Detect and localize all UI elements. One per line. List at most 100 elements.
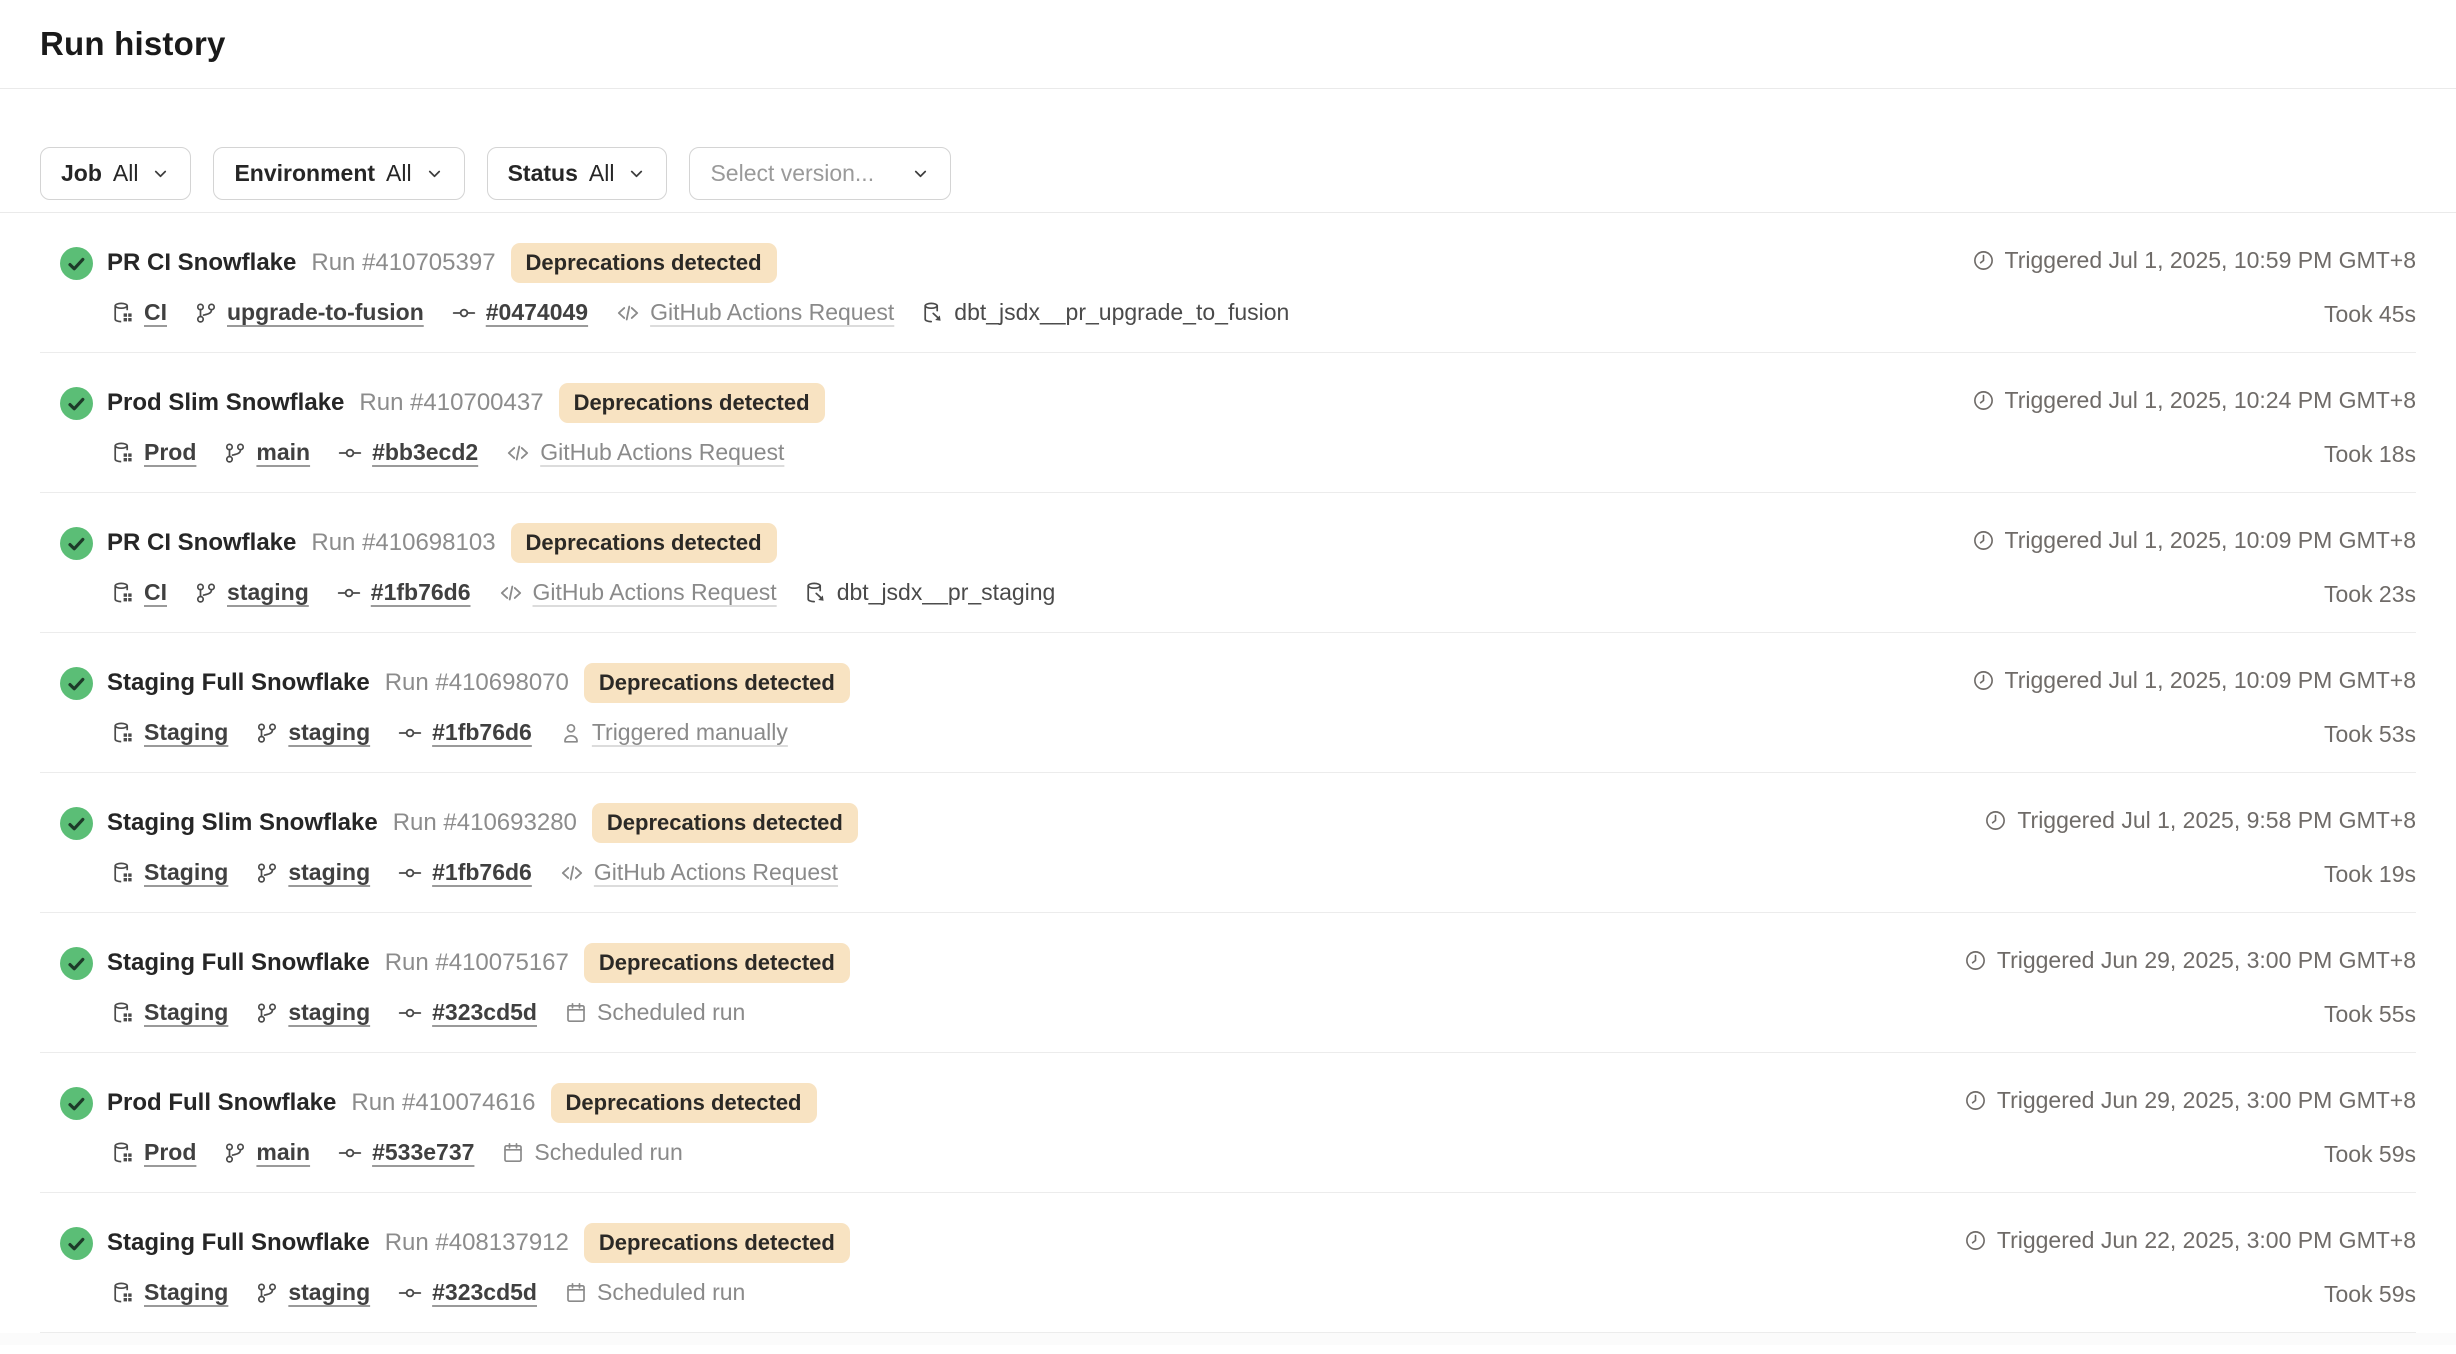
filter-bar: Job All Environment All Status All Selec… <box>0 89 2456 212</box>
run-name-link[interactable]: PR CI Snowflake <box>107 529 296 557</box>
trigger-label: Scheduled run <box>597 1279 745 1306</box>
clock-icon <box>1964 949 1987 972</box>
run-row[interactable]: Prod Slim Snowflake Run #410700437 Depre… <box>0 353 2456 493</box>
version-select[interactable]: Select version... <box>689 147 951 200</box>
run-row-main: Staging Slim Snowflake Run #410693280 De… <box>60 801 858 913</box>
run-row[interactable]: Staging Slim Snowflake Run #410693280 De… <box>0 773 2456 913</box>
code-icon <box>505 440 531 466</box>
page-title: Run history <box>40 25 226 63</box>
run-name-link[interactable]: Prod Slim Snowflake <box>107 389 344 417</box>
environment-link[interactable]: Staging <box>144 1279 228 1306</box>
environment-icon <box>111 721 135 745</box>
run-success-icon <box>60 667 93 700</box>
run-number: Run #410705397 <box>311 249 495 277</box>
git-branch-icon <box>223 441 247 465</box>
triggered-timestamp: Triggered Jul 1, 2025, 10:09 PM GMT+8 <box>2005 527 2416 554</box>
run-duration: Took 45s <box>2324 301 2416 328</box>
commit-icon <box>451 300 477 326</box>
environment-link[interactable]: Staging <box>144 999 228 1026</box>
branch-link[interactable]: staging <box>288 1279 370 1306</box>
branch-link[interactable]: staging <box>288 859 370 886</box>
commit-link[interactable]: #0474049 <box>486 299 588 326</box>
branch-link[interactable]: staging <box>288 999 370 1026</box>
schema-name: dbt_jsdx__pr_upgrade_to_fusion <box>954 299 1289 326</box>
environment-link[interactable]: Prod <box>144 1139 196 1166</box>
run-name-link[interactable]: Staging Full Snowflake <box>107 949 370 977</box>
clock-icon <box>1972 249 1995 272</box>
branch-link[interactable]: main <box>256 439 310 466</box>
commit-link[interactable]: #323cd5d <box>432 999 537 1026</box>
commit-link[interactable]: #323cd5d <box>432 1279 537 1306</box>
commit-link[interactable]: #1fb76d6 <box>432 859 532 886</box>
trigger-label[interactable]: GitHub Actions Request <box>650 299 894 326</box>
user-icon <box>559 721 583 745</box>
environment-icon <box>111 441 135 465</box>
run-row-main: Staging Full Snowflake Run #410075167 De… <box>60 941 850 1053</box>
commit-icon <box>337 1140 363 1166</box>
run-name-link[interactable]: Staging Full Snowflake <box>107 1229 370 1257</box>
page-header: Run history <box>0 0 2456 89</box>
run-name-link[interactable]: PR CI Snowflake <box>107 249 296 277</box>
clock-icon <box>1972 389 1995 412</box>
triggered-timestamp: Triggered Jul 1, 2025, 10:59 PM GMT+8 <box>2005 247 2416 274</box>
trigger-label[interactable]: GitHub Actions Request <box>533 579 777 606</box>
run-row-main: PR CI Snowflake Run #410705397 Deprecati… <box>60 241 1289 353</box>
run-success-icon <box>60 387 93 420</box>
commit-link[interactable]: #533e737 <box>372 1139 474 1166</box>
trigger-label: Scheduled run <box>534 1139 682 1166</box>
commit-link[interactable]: #1fb76d6 <box>371 579 471 606</box>
environment-link[interactable]: Staging <box>144 719 228 746</box>
calendar-icon <box>564 1001 588 1025</box>
run-number: Run #410693280 <box>393 809 577 837</box>
run-number: Run #410074616 <box>351 1089 535 1117</box>
trigger-label[interactable]: GitHub Actions Request <box>540 439 784 466</box>
environment-icon <box>111 301 135 325</box>
run-row[interactable]: Staging Full Snowflake Run #408137912 De… <box>0 1193 2456 1333</box>
environment-link[interactable]: CI <box>144 579 167 606</box>
commit-link[interactable]: #bb3ecd2 <box>372 439 478 466</box>
environment-link[interactable]: CI <box>144 299 167 326</box>
branch-link[interactable]: upgrade-to-fusion <box>227 299 424 326</box>
environment-filter-label: Environment <box>234 160 375 187</box>
environment-filter-button[interactable]: Environment All <box>213 147 464 200</box>
run-row[interactable]: Prod Full Snowflake Run #410074616 Depre… <box>0 1053 2456 1193</box>
run-duration: Took 19s <box>2324 861 2416 888</box>
run-row-meta: Triggered Jul 1, 2025, 10:09 PM GMT+8 To… <box>1972 661 2416 773</box>
commit-icon <box>397 720 423 746</box>
deprecations-badge: Deprecations detected <box>584 943 850 983</box>
run-number: Run #408137912 <box>385 1229 569 1257</box>
run-row-meta: Triggered Jul 1, 2025, 10:24 PM GMT+8 To… <box>1972 381 2416 493</box>
branch-link[interactable]: main <box>256 1139 310 1166</box>
clock-icon <box>1964 1089 1987 1112</box>
run-number: Run #410700437 <box>359 389 543 417</box>
run-name-link[interactable]: Staging Slim Snowflake <box>107 809 378 837</box>
triggered-timestamp: Triggered Jul 1, 2025, 9:58 PM GMT+8 <box>2017 807 2416 834</box>
run-row[interactable]: Staging Full Snowflake Run #410075167 De… <box>0 913 2456 1053</box>
environment-link[interactable]: Prod <box>144 439 196 466</box>
chevron-down-icon <box>911 164 930 183</box>
run-name-link[interactable]: Staging Full Snowflake <box>107 669 370 697</box>
status-filter-label: Status <box>508 160 578 187</box>
clock-icon <box>1972 669 1995 692</box>
run-row-main: Prod Full Snowflake Run #410074616 Depre… <box>60 1081 817 1193</box>
environment-filter-value: All <box>386 160 412 187</box>
run-row[interactable]: Staging Full Snowflake Run #410698070 De… <box>0 633 2456 773</box>
commit-icon <box>336 580 362 606</box>
status-filter-button[interactable]: Status All <box>487 147 668 200</box>
run-row[interactable]: PR CI Snowflake Run #410698103 Deprecati… <box>0 493 2456 633</box>
trigger-label[interactable]: GitHub Actions Request <box>594 859 838 886</box>
run-name-link[interactable]: Prod Full Snowflake <box>107 1089 336 1117</box>
run-success-icon <box>60 527 93 560</box>
branch-link[interactable]: staging <box>288 719 370 746</box>
commit-link[interactable]: #1fb76d6 <box>432 719 532 746</box>
branch-link[interactable]: staging <box>227 579 309 606</box>
chevron-down-icon <box>151 164 170 183</box>
run-row[interactable]: PR CI Snowflake Run #410705397 Deprecati… <box>0 213 2456 353</box>
run-number: Run #410075167 <box>385 949 569 977</box>
environment-link[interactable]: Staging <box>144 859 228 886</box>
git-branch-icon <box>194 581 218 605</box>
job-filter-button[interactable]: Job All <box>40 147 191 200</box>
run-success-icon <box>60 1087 93 1120</box>
commit-icon <box>397 1000 423 1026</box>
run-row-main: Staging Full Snowflake Run #408137912 De… <box>60 1221 850 1333</box>
